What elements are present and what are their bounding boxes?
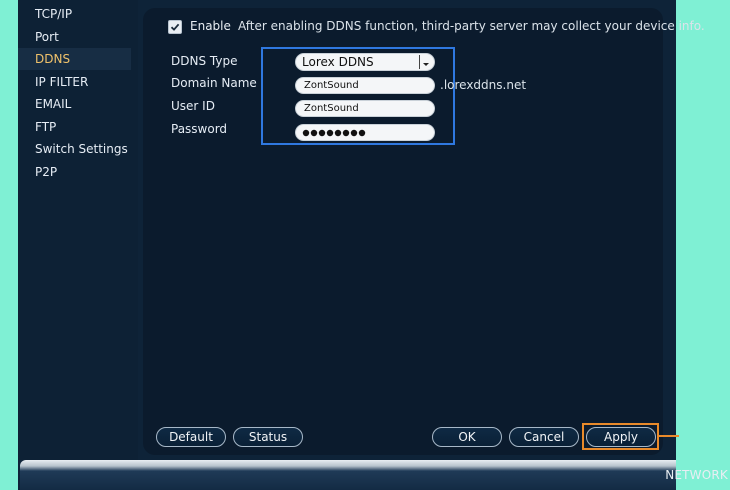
user-id-label: User ID xyxy=(171,99,215,113)
domain-name-label: Domain Name xyxy=(171,76,257,90)
enable-note: After enabling DDNS function, third-part… xyxy=(238,19,705,33)
password-dot xyxy=(334,129,342,137)
sidebar-item-email[interactable]: EMAIL xyxy=(35,93,71,115)
domain-name-input[interactable]: ZontSound xyxy=(295,77,435,94)
sidebar: TCP/IP Port DDNS IP FILTER EMAIL FTP Swi… xyxy=(18,0,138,460)
sidebar-item-ftp[interactable]: FTP xyxy=(35,116,56,138)
cancel-button[interactable]: Cancel xyxy=(509,427,579,447)
bottom-bar xyxy=(20,460,676,490)
default-button[interactable]: Default xyxy=(156,427,226,447)
apply-callout-line xyxy=(659,435,679,437)
password-dot xyxy=(326,129,334,137)
sidebar-item-tcpip[interactable]: TCP/IP xyxy=(35,3,72,25)
password-dot xyxy=(318,129,326,137)
enable-label: Enable xyxy=(190,19,231,33)
sidebar-item-ip-filter[interactable]: IP FILTER xyxy=(35,71,88,93)
password-input[interactable] xyxy=(295,124,435,141)
checkmark-icon xyxy=(170,23,180,31)
sidebar-item-ddns[interactable]: DDNS xyxy=(18,48,131,70)
ok-button[interactable]: OK xyxy=(432,427,502,447)
password-dot xyxy=(350,129,358,137)
password-label: Password xyxy=(171,122,228,136)
password-dot xyxy=(342,129,350,137)
domain-suffix: .lorexddns.net xyxy=(440,78,527,92)
enable-checkbox[interactable] xyxy=(168,20,182,34)
password-mask xyxy=(302,129,366,137)
password-dot xyxy=(358,129,366,137)
password-dot xyxy=(310,129,318,137)
dropdown-arrow-icon[interactable] xyxy=(419,55,432,69)
ddns-type-select[interactable]: Lorex DDNS xyxy=(295,53,435,71)
ddns-type-value: Lorex DDNS xyxy=(302,55,374,69)
section-title: NETWORK xyxy=(665,468,728,482)
user-id-input[interactable]: ZontSound xyxy=(295,100,435,117)
sidebar-item-port[interactable]: Port xyxy=(35,26,59,48)
sidebar-item-switch-settings[interactable]: Switch Settings xyxy=(35,138,128,160)
ddns-type-label: DDNS Type xyxy=(171,54,238,68)
apply-highlight-box xyxy=(582,423,659,450)
status-button[interactable]: Status xyxy=(233,427,303,447)
password-dot xyxy=(302,129,310,137)
sidebar-item-p2p[interactable]: P2P xyxy=(35,161,57,183)
